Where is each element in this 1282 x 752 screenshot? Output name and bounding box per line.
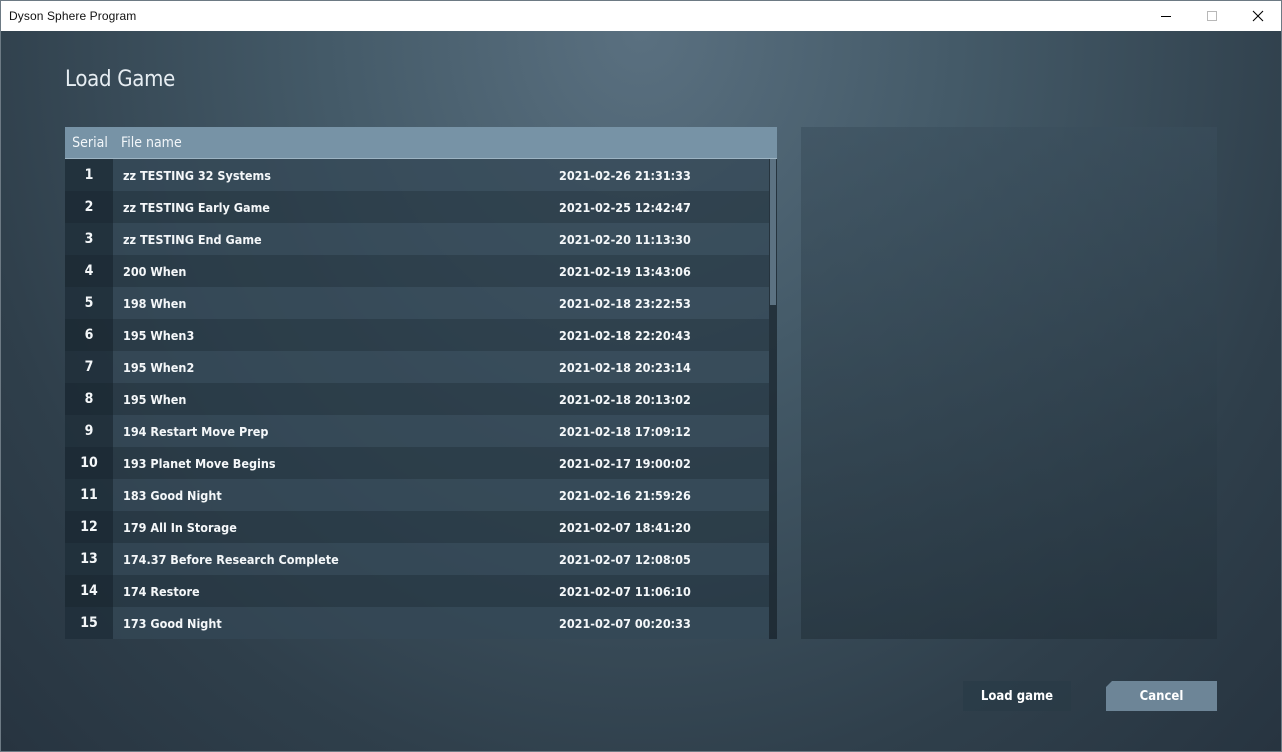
save-row[interactable]: 6 195 When3 2021-02-18 22:20:43 [65, 319, 769, 351]
close-icon [1252, 10, 1264, 22]
save-row[interactable]: 3 zz TESTING End Game 2021-02-20 11:13:30 [65, 223, 769, 255]
list-header: Serial File name [65, 127, 777, 159]
row-file-name: zz TESTING Early Game [123, 199, 270, 215]
row-file-name: 173 Good Night [123, 615, 222, 631]
row-serial: 13 [65, 543, 113, 575]
row-file-name: 198 When [123, 295, 187, 311]
row-date: 2021-02-18 20:13:02 [559, 391, 691, 407]
header-serial[interactable]: Serial [65, 135, 115, 151]
row-serial: 3 [65, 223, 113, 255]
row-file-name: 193 Planet Move Begins [123, 455, 276, 471]
row-file-name: zz TESTING 32 Systems [123, 167, 271, 183]
row-date: 2021-02-17 19:00:02 [559, 455, 691, 471]
row-date: 2021-02-25 12:42:47 [559, 199, 691, 215]
row-serial: 10 [65, 447, 113, 479]
save-preview-panel [801, 127, 1217, 639]
game-client-area: Load Game Serial File name 1 zz TESTING 3… [1, 31, 1281, 751]
save-list: 1 zz TESTING 32 Systems 2021-02-26 21:31:3… [65, 159, 769, 639]
minimize-button[interactable] [1143, 1, 1189, 31]
row-serial: 2 [65, 191, 113, 223]
window-controls [1143, 1, 1281, 31]
window-title: Dyson Sphere Program [9, 9, 137, 23]
save-row[interactable]: 5 198 When 2021-02-18 23:22:53 [65, 287, 769, 319]
row-serial: 1 [65, 159, 113, 191]
row-date: 2021-02-07 11:06:10 [559, 583, 691, 599]
row-serial: 4 [65, 255, 113, 287]
row-file-name: 179 All In Storage [123, 519, 237, 535]
row-date: 2021-02-26 21:31:33 [559, 167, 691, 183]
row-date: 2021-02-18 22:20:43 [559, 327, 691, 343]
save-row[interactable]: 8 195 When 2021-02-18 20:13:02 [65, 383, 769, 415]
row-date: 2021-02-18 20:23:14 [559, 359, 691, 375]
save-row[interactable]: 13 174.37 Before Research Complete 2021-02… [65, 543, 769, 575]
row-date: 2021-02-20 11:13:30 [559, 231, 691, 247]
row-serial: 14 [65, 575, 113, 607]
row-file-name: 174 Restore [123, 583, 200, 599]
row-date: 2021-02-19 13:43:06 [559, 263, 691, 279]
save-list-panel: Serial File name 1 zz TESTING 32 Systems 2… [65, 127, 777, 639]
maximize-icon [1207, 11, 1217, 21]
row-serial: 8 [65, 383, 113, 415]
row-file-name: 194 Restart Move Prep [123, 423, 269, 439]
row-file-name: 200 When [123, 263, 187, 279]
row-file-name: 195 When3 [123, 327, 195, 343]
row-file-name: 195 When [123, 391, 187, 407]
save-row[interactable]: 7 195 When2 2021-02-18 20:23:14 [65, 351, 769, 383]
save-row[interactable]: 4 200 When 2021-02-19 13:43:06 [65, 255, 769, 287]
row-file-name: 174.37 Before Research Complete [123, 551, 339, 567]
row-date: 2021-02-18 17:09:12 [559, 423, 691, 439]
save-row[interactable]: 11 183 Good Night 2021-02-16 21:59:26 [65, 479, 769, 511]
list-scrollbar[interactable] [769, 159, 777, 639]
save-row[interactable]: 9 194 Restart Move Prep 2021-02-18 17:09:1… [65, 415, 769, 447]
row-date: 2021-02-07 18:41:20 [559, 519, 691, 535]
scrollbar-thumb[interactable] [770, 159, 776, 305]
row-file-name: 183 Good Night [123, 487, 222, 503]
row-serial: 15 [65, 607, 113, 639]
page-title: Load Game [65, 67, 175, 92]
maximize-button[interactable] [1189, 1, 1235, 31]
cancel-button[interactable]: Cancel [1106, 681, 1217, 711]
save-row[interactable]: 15 173 Good Night 2021-02-07 00:20:33 [65, 607, 769, 639]
row-date: 2021-02-18 23:22:53 [559, 295, 691, 311]
row-date: 2021-02-16 21:59:26 [559, 487, 691, 503]
close-button[interactable] [1235, 1, 1281, 31]
save-row[interactable]: 10 193 Planet Move Begins 2021-02-17 19:00… [65, 447, 769, 479]
row-serial: 11 [65, 479, 113, 511]
save-row[interactable]: 2 zz TESTING Early Game 2021-02-25 12:42:4… [65, 191, 769, 223]
save-row[interactable]: 1 zz TESTING 32 Systems 2021-02-26 21:31:3… [65, 159, 769, 191]
row-serial: 6 [65, 319, 113, 351]
load-game-button[interactable]: Load game [963, 681, 1071, 711]
row-file-name: zz TESTING End Game [123, 231, 262, 247]
minimize-icon [1161, 16, 1171, 17]
row-file-name: 195 When2 [123, 359, 195, 375]
title-bar[interactable]: Dyson Sphere Program [1, 1, 1281, 31]
header-file-name[interactable]: File name [121, 135, 182, 151]
app-window: Dyson Sphere Program Load Game Serial Fi… [0, 0, 1282, 752]
save-row[interactable]: 14 174 Restore 2021-02-07 11:06:10 [65, 575, 769, 607]
row-date: 2021-02-07 12:08:05 [559, 551, 691, 567]
row-date: 2021-02-07 00:20:33 [559, 615, 691, 631]
save-row[interactable]: 12 179 All In Storage 2021-02-07 18:41:20 [65, 511, 769, 543]
row-serial: 12 [65, 511, 113, 543]
row-serial: 9 [65, 415, 113, 447]
row-serial: 7 [65, 351, 113, 383]
row-serial: 5 [65, 287, 113, 319]
